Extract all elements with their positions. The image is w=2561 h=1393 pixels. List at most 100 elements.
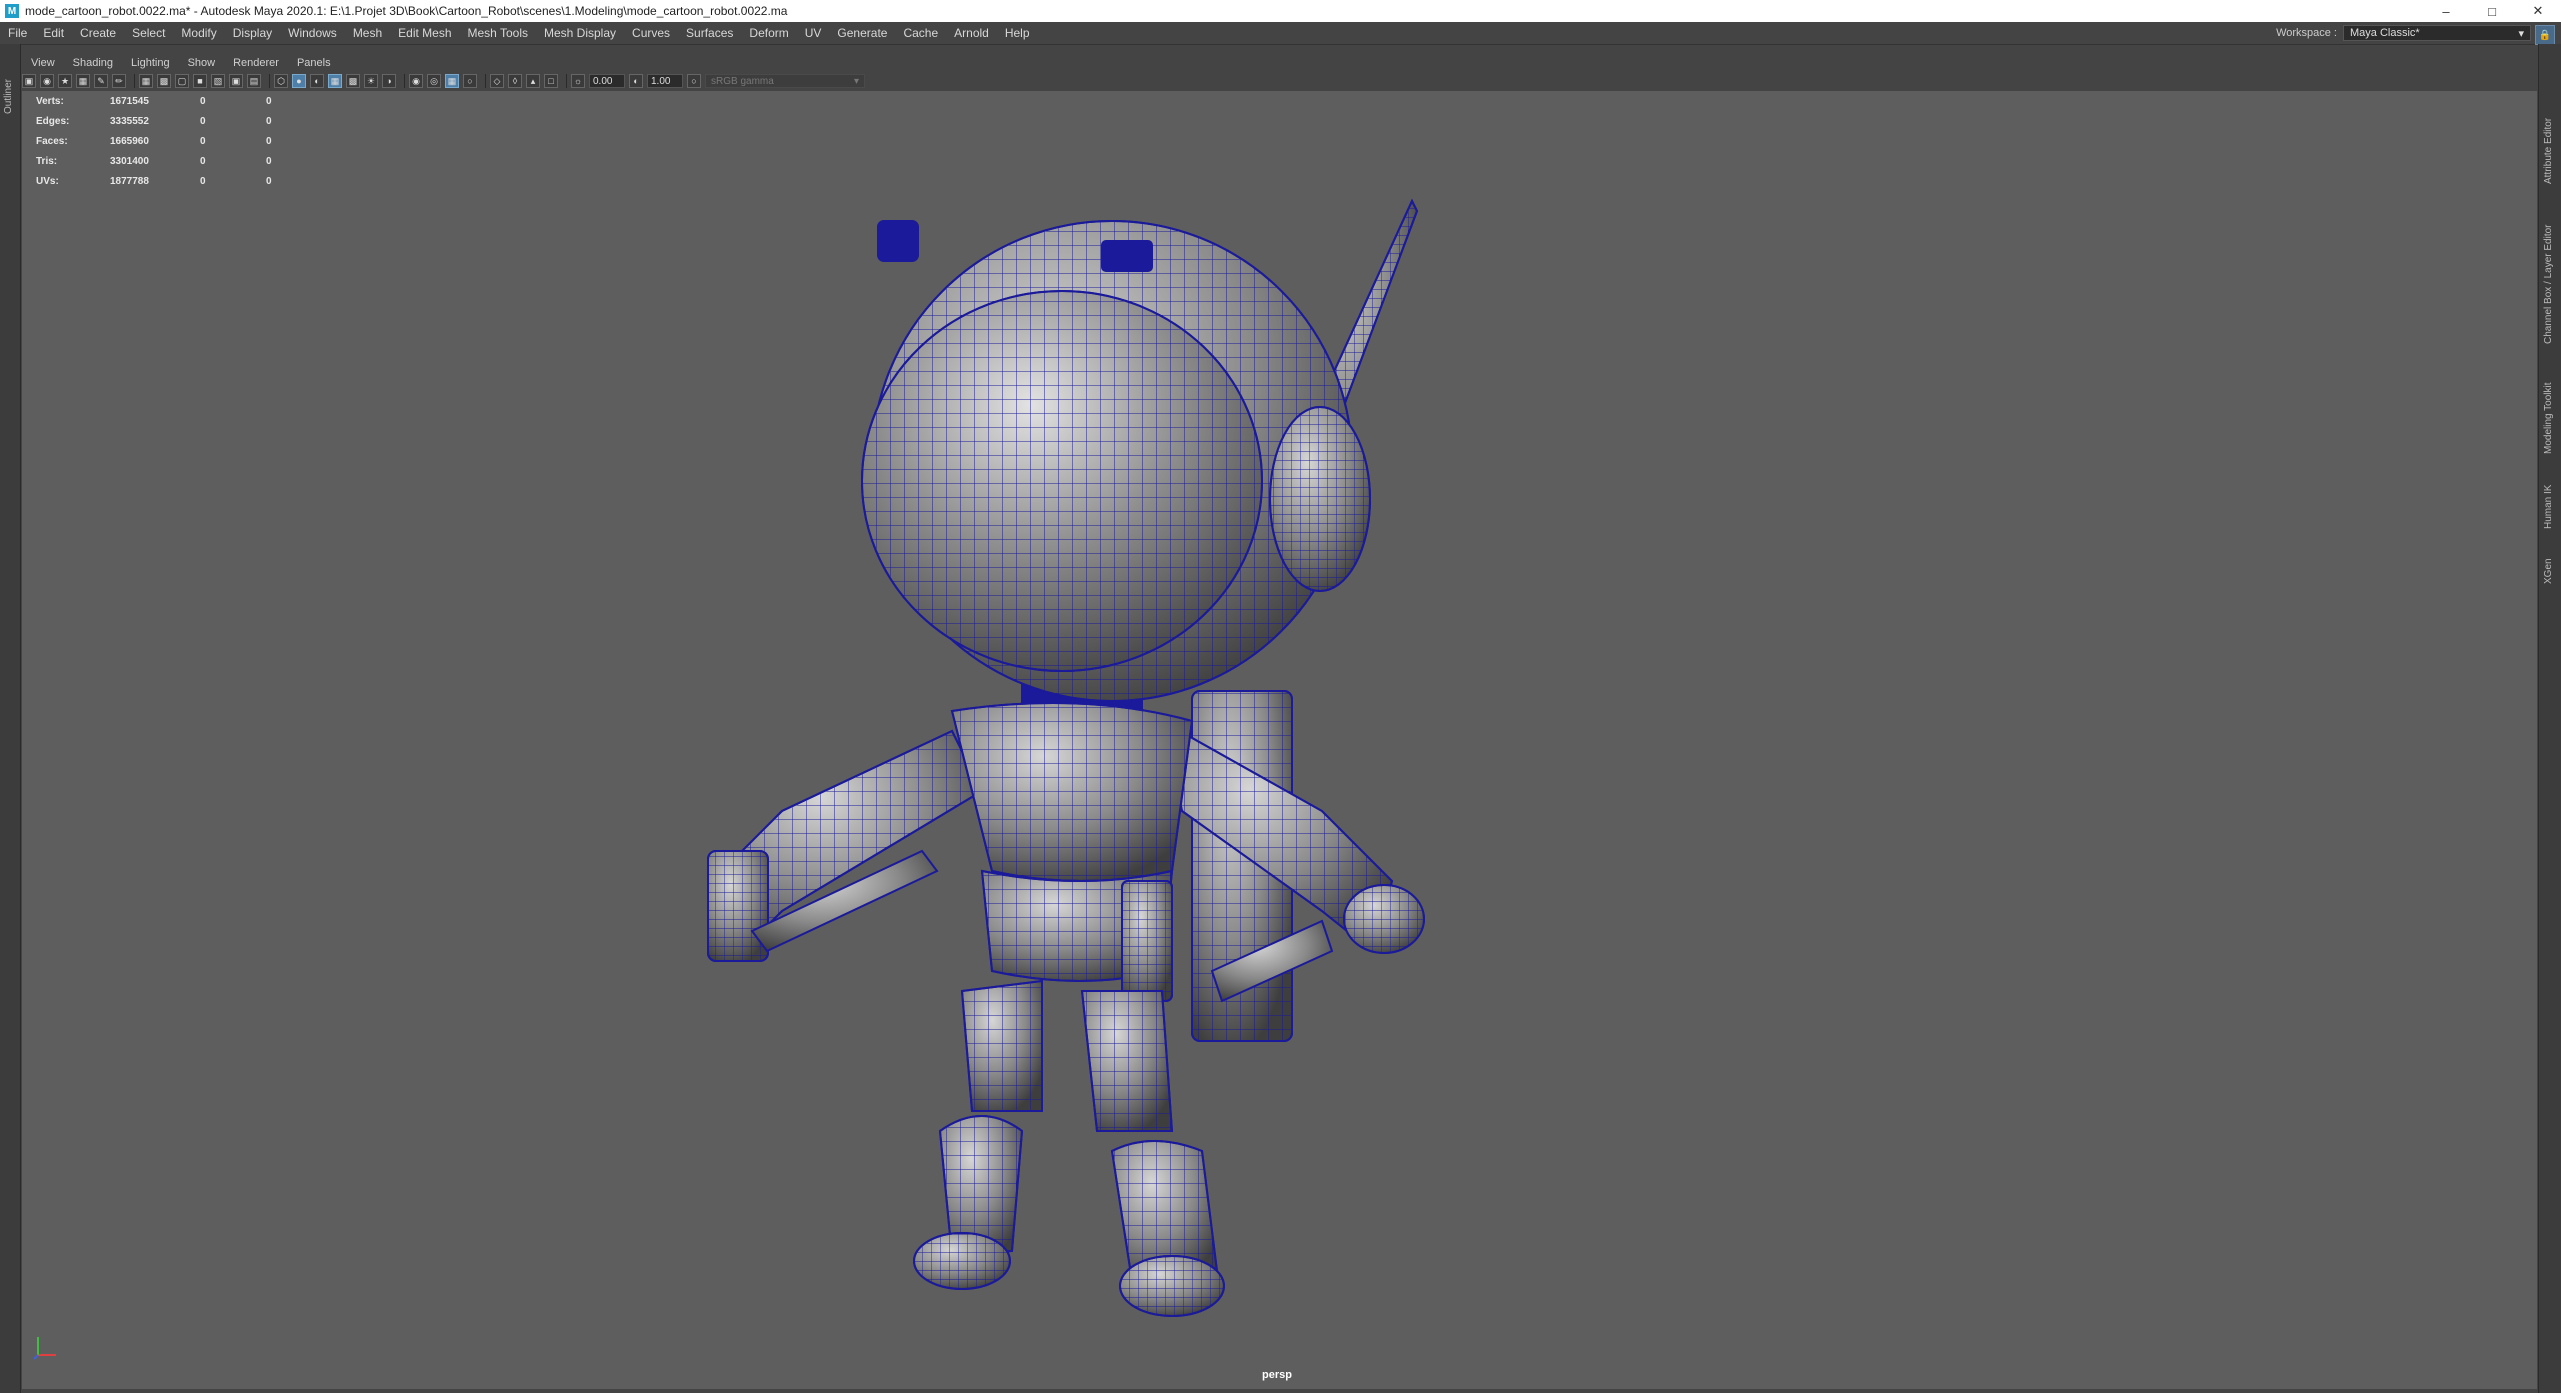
use-all-lights-icon[interactable]: ☀: [364, 74, 378, 88]
image-plane-icon[interactable]: ▦: [76, 74, 90, 88]
exposure-field[interactable]: 0.00: [589, 74, 625, 88]
panel-menu-panels[interactable]: Panels: [288, 57, 340, 69]
menu-mesh-tools[interactable]: Mesh Tools: [460, 26, 536, 40]
hud-value: 0: [266, 115, 272, 127]
xray-joints-icon[interactable]: ▴: [526, 74, 540, 88]
right-tab-strip: Attribute Editor Channel Box / Layer Edi…: [2538, 44, 2561, 1393]
motion-blur-icon[interactable]: ◎: [427, 74, 441, 88]
gamma-icon[interactable]: ◐: [629, 74, 643, 88]
panel-menubar: View Shading Lighting Show Renderer Pane…: [22, 54, 2537, 71]
safe-action-icon[interactable]: ▣: [229, 74, 243, 88]
poly-count-hud: Verts: 1671545 0 0 Edges: 3335552 0 0 Fa…: [36, 91, 296, 191]
window-controls: – □ ✕: [2423, 0, 2561, 22]
hud-value: 0: [200, 115, 206, 127]
anti-aliasing-icon[interactable]: ▦: [445, 74, 459, 88]
toolbar-divider: [269, 74, 270, 88]
human-ik-tab[interactable]: Human IK: [2543, 485, 2554, 529]
menu-mesh[interactable]: Mesh: [345, 26, 390, 40]
depth-of-field-icon[interactable]: ○: [463, 74, 477, 88]
safe-title-icon[interactable]: ▤: [247, 74, 261, 88]
gamma-field[interactable]: 1.00: [647, 74, 683, 88]
panel-menu-renderer[interactable]: Renderer: [224, 57, 288, 69]
view-transform-value: sRGB gamma: [711, 75, 774, 87]
robot-left-leg: [913, 979, 1043, 1290]
hud-label: UVs:: [36, 175, 59, 187]
isolate-select-icon[interactable]: ◇: [490, 74, 504, 88]
shadows-icon[interactable]: ◑: [382, 74, 396, 88]
attribute-editor-tab[interactable]: Attribute Editor: [2543, 118, 2554, 184]
menu-display[interactable]: Display: [225, 26, 280, 40]
menu-windows[interactable]: Windows: [280, 26, 345, 40]
default-material-icon[interactable]: ◐: [310, 74, 324, 88]
panel-menu-view[interactable]: View: [22, 57, 64, 69]
panel-menu-show[interactable]: Show: [179, 57, 225, 69]
outliner-tab[interactable]: Outliner: [3, 79, 14, 114]
hud-label: Verts:: [36, 95, 64, 107]
wireframe-on-shaded-icon[interactable]: ▦: [328, 74, 342, 88]
robot-left-arm: [707, 729, 984, 962]
menu-edit[interactable]: Edit: [35, 26, 72, 40]
hud-value: 1877788: [110, 175, 149, 187]
channel-box-tab[interactable]: Channel Box / Layer Editor: [2543, 224, 2554, 344]
select-camera-icon[interactable]: ▣: [22, 74, 36, 88]
field-chart-icon[interactable]: ▧: [211, 74, 225, 88]
left-tab-strip: Outliner: [0, 44, 21, 1393]
hud-label: Edges:: [36, 115, 70, 127]
gate-mask-icon[interactable]: ■: [193, 74, 207, 88]
camera-attributes-icon[interactable]: ◉: [40, 74, 54, 88]
wireframe-icon[interactable]: ⬡: [274, 74, 288, 88]
maximize-button[interactable]: □: [2469, 0, 2515, 22]
exposure-icon[interactable]: ☼: [571, 74, 585, 88]
menu-generate[interactable]: Generate: [829, 26, 895, 40]
menu-edit-mesh[interactable]: Edit Mesh: [390, 26, 459, 40]
screen-space-ao-icon[interactable]: ◉: [409, 74, 423, 88]
hud-value: 1665960: [110, 135, 149, 147]
grease-pencil-icon[interactable]: ✏: [112, 74, 126, 88]
resolution-gate-icon[interactable]: ▢: [175, 74, 189, 88]
color-management-icon[interactable]: ○: [687, 74, 701, 88]
menu-select[interactable]: Select: [124, 26, 173, 40]
3d-viewport[interactable]: Verts: 1671545 0 0 Edges: 3335552 0 0 Fa…: [22, 91, 2537, 1389]
panel-menu-lighting[interactable]: Lighting: [122, 57, 179, 69]
robot-torso: [950, 702, 1194, 1002]
panel-menu-shading[interactable]: Shading: [64, 57, 122, 69]
menu-cache[interactable]: Cache: [895, 26, 946, 40]
smooth-shade-icon[interactable]: ●: [292, 74, 306, 88]
xgen-tab[interactable]: XGen: [2543, 558, 2554, 584]
grid-icon[interactable]: ▦: [139, 74, 153, 88]
toolbar-divider: [566, 74, 567, 88]
hud-row-tris: Tris: 3301400 0 0: [36, 151, 296, 171]
hud-label: Tris:: [36, 155, 58, 167]
panel-toolbar: ▣ ◉ ★ ▦ ✎ ✏ ▦ ▩ ▢ ■ ▧ ▣ ▤ ⬡ ● ◐ ▦ ▩ ☀ ◑ …: [22, 71, 2537, 91]
hud-value: 0: [266, 95, 272, 107]
modeling-toolkit-tab[interactable]: Modeling Toolkit: [2543, 382, 2554, 454]
close-button[interactable]: ✕: [2515, 0, 2561, 22]
workspace-value: Maya Classic*: [2350, 27, 2420, 39]
view-transform-dropdown[interactable]: sRGB gamma ▾: [705, 74, 865, 88]
xray-icon[interactable]: ◊: [508, 74, 522, 88]
menu-help[interactable]: Help: [997, 26, 1038, 40]
menu-arnold[interactable]: Arnold: [946, 26, 997, 40]
chevron-down-icon: ▾: [853, 75, 859, 87]
hud-value: 0: [200, 95, 206, 107]
hud-value: 3335552: [110, 115, 149, 127]
menu-create[interactable]: Create: [72, 26, 124, 40]
menu-surfaces[interactable]: Surfaces: [678, 26, 741, 40]
menu-deform[interactable]: Deform: [741, 26, 796, 40]
lock-icon[interactable]: 🔒: [2535, 25, 2555, 45]
film-gate-icon[interactable]: ▩: [157, 74, 171, 88]
textured-icon[interactable]: ▩: [346, 74, 360, 88]
minimize-button[interactable]: –: [2423, 0, 2469, 22]
menu-modify[interactable]: Modify: [173, 26, 224, 40]
hud-value: 0: [200, 155, 206, 167]
menu-uv[interactable]: UV: [797, 26, 830, 40]
workspace-dropdown[interactable]: Maya Classic* ▾: [2343, 25, 2531, 41]
workspace-label: Workspace :: [2276, 27, 2337, 39]
xray-active-icon[interactable]: □: [544, 74, 558, 88]
menu-mesh-display[interactable]: Mesh Display: [536, 26, 624, 40]
2d-pan-zoom-icon[interactable]: ✎: [94, 74, 108, 88]
menu-file[interactable]: File: [0, 26, 35, 40]
bookmark-icon[interactable]: ★: [58, 74, 72, 88]
hud-row-verts: Verts: 1671545 0 0: [36, 91, 296, 111]
menu-curves[interactable]: Curves: [624, 26, 678, 40]
